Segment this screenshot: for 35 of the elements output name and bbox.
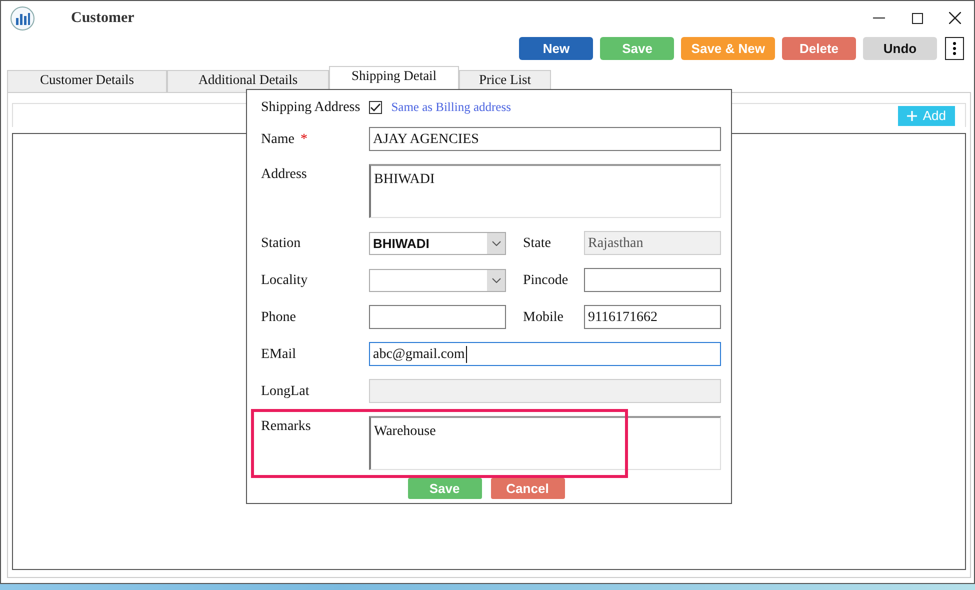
undo-button[interactable]: Undo (863, 36, 937, 60)
input-field[interactable]: AJAY AGENCIES (369, 127, 721, 151)
app-logo-icon (10, 6, 35, 30)
tab[interactable]: Additional Details (167, 70, 329, 92)
maximize-icon[interactable] (912, 12, 922, 24)
input-field[interactable]: 9116171662 (584, 305, 721, 329)
field-label: Locality (261, 272, 308, 288)
field-label: State (523, 236, 551, 250)
field-label: Station (261, 236, 301, 250)
window-title: Customer (71, 8, 134, 28)
tab[interactable]: Customer Details (7, 70, 167, 92)
field-label: LongLat (261, 384, 310, 398)
close-icon[interactable] (949, 12, 961, 24)
same-as-billing-checkbox[interactable] (369, 100, 382, 114)
field-label: Pincode (523, 272, 568, 288)
dropdown-field[interactable] (369, 268, 506, 292)
new-button[interactable]: New (519, 36, 594, 60)
more-menu-icon[interactable] (945, 36, 964, 60)
field-label: Phone (261, 310, 296, 324)
plus-icon (906, 111, 917, 121)
same-as-billing-label[interactable]: Same as Billing address (391, 98, 511, 116)
field-label: EMail (261, 346, 296, 362)
input-field[interactable]: abc@gmail.com (369, 342, 721, 366)
field-label: Address (261, 167, 307, 182)
input-field[interactable] (584, 268, 721, 292)
text-cursor (466, 346, 467, 362)
dropdown-field[interactable]: BHIWADI (369, 232, 506, 254)
required-mark: * (300, 132, 308, 146)
field-label: Mobile (523, 310, 564, 324)
text-area[interactable]: BHIWADI (369, 164, 721, 218)
input-field[interactable] (369, 305, 506, 329)
text-area[interactable]: Warehouse (369, 416, 721, 470)
field-label: Remarks (261, 419, 311, 434)
field-label: Name (261, 132, 294, 146)
dialog-title: Shipping Address (261, 98, 360, 116)
